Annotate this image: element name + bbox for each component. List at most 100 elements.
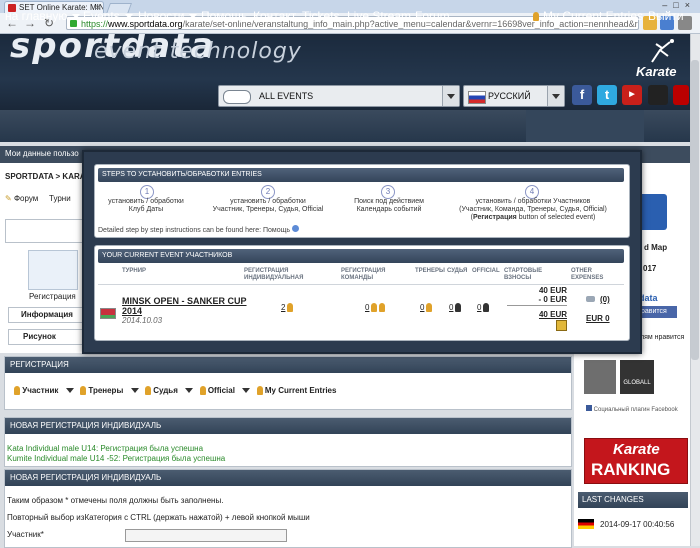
fees-total[interactable]: 40 EUR <box>515 310 567 319</box>
globall-avatar[interactable]: GLOBALL <box>620 360 654 394</box>
twitter-icon[interactable]: t <box>597 85 617 105</box>
judges-count[interactable]: 0 <box>449 303 462 313</box>
nav-tickets[interactable]: Tickets <box>302 9 340 23</box>
step-2: установить / обработки Участник, Тренеры,… <box>212 198 324 213</box>
users-icon <box>14 386 20 396</box>
tab-coaches[interactable]: Тренеры <box>78 386 139 396</box>
language-select[interactable]: РУССКИЙ <box>463 85 565 107</box>
facebook-icon[interactable]: f <box>572 85 592 105</box>
participant-label: Участник* <box>7 530 44 539</box>
last-change-date: 2014-09-17 00:40:56 <box>600 520 675 529</box>
registration-panel: РЕГИСТРАЦИЯ <box>4 356 572 410</box>
col-judges: СУДЬЯ <box>447 268 468 274</box>
judge-icon <box>144 386 151 396</box>
fees-divider <box>507 305 567 306</box>
belarus-flag-icon <box>100 308 116 319</box>
reg-team-count[interactable]: 0 <box>365 303 386 313</box>
help-icon[interactable] <box>291 225 299 232</box>
success-message: Kumite Individual male U14 -52: Регистра… <box>7 454 226 463</box>
official-icon <box>199 386 206 396</box>
fees-breakdown: 40 EUR - 0 EUR <box>538 286 567 304</box>
nav-news[interactable]: Новости <box>138 9 198 23</box>
tab-judges[interactable]: Судья <box>143 386 194 396</box>
nav-logout[interactable]: Выйти <box>648 9 684 23</box>
nav-home[interactable]: на главную <box>5 9 81 23</box>
my-data-link[interactable]: Мои данные пользо <box>5 149 79 158</box>
fan-avatar[interactable] <box>584 360 616 394</box>
nav-forum[interactable]: Forum <box>415 9 450 23</box>
tab-official[interactable]: Official <box>198 386 251 396</box>
my-current-entries-tab[interactable] <box>526 110 644 142</box>
germany-flag-icon <box>578 519 594 529</box>
col-coaches: ТРЕНЕРЫ <box>415 268 445 274</box>
tab-my-current-entries[interactable]: My Current Entries <box>255 386 336 396</box>
col-reg-individual: РЕГИСТРАЦИЯ ИНДИВИДУАЛЬНАЯ <box>244 268 304 281</box>
step-number-4: 4 <box>525 185 539 199</box>
event-date: 2014.10.03 <box>122 316 163 325</box>
chevron-down-icon[interactable] <box>442 86 459 106</box>
other-expenses-count[interactable]: (0) <box>600 295 610 304</box>
nav-my-current-entries[interactable]: My Current Entries <box>531 9 643 23</box>
coach-icon <box>426 303 433 313</box>
participant-select[interactable] <box>125 529 287 542</box>
tagline: event technology <box>94 39 302 64</box>
new-registration-form-panel: НОВАЯ РЕГИСТРАЦИЯ ИНДИВИДУАЛЬ Таким обра… <box>4 469 572 548</box>
russian-flag-icon <box>468 91 486 104</box>
steps-panel: STEPS TO УСТАНОВИТЬ/ОБРАБОТКИ ENTRIES 1 … <box>94 164 630 238</box>
registration-card-icon[interactable] <box>28 250 78 290</box>
tournaments-link[interactable]: Турни <box>49 194 71 203</box>
step-number-2: 2 <box>261 185 275 199</box>
new-registration-form-head: НОВАЯ РЕГИСТРАЦИЯ ИНДИВИДУАЛЬ <box>5 470 571 486</box>
step-1: установить / обработки Клуб Даты <box>108 198 184 213</box>
step-3: Поиск под действием Календарь событий <box>354 198 424 213</box>
official-count[interactable]: 0 <box>477 303 490 313</box>
team-icon <box>379 303 386 313</box>
caret-down-icon <box>124 14 133 20</box>
current-event-panel: YOUR CURRENT EVENT УЧАСТНИКОВ ТУРНИР РЕГ… <box>94 245 630 341</box>
coaches-count[interactable]: 0 <box>420 303 433 313</box>
nav-help[interactable]: Помощь <box>201 9 247 23</box>
tab-participant[interactable]: Участник <box>12 386 74 396</box>
facebook-icon <box>586 405 592 411</box>
nav-events[interactable]: Events <box>83 9 133 23</box>
new-registration-panel: НОВАЯ РЕГИСТРАЦИЯ ИНДИВИДУАЛЬ Kata Indiv… <box>4 417 572 467</box>
event-select[interactable]: ALL EVENTS <box>218 85 460 107</box>
sportdata-icon[interactable] <box>648 85 668 105</box>
language-select-value: РУССКИЙ <box>488 91 531 101</box>
scrollbar-thumb[interactable] <box>691 60 699 360</box>
current-event-head: YOUR CURRENT EVENT УЧАСТНИКОВ <box>98 249 624 263</box>
fb-like-button[interactable]: равится <box>639 306 677 318</box>
fb-social-plugin[interactable]: Социальный плагин Facebook <box>586 405 678 413</box>
new-registration-head: НОВАЯ РЕГИСТРАЦИЯ ИНДИВИДУАЛЬ <box>5 418 571 434</box>
col-fees: СТАРТОВЫЕ ВЗНОСЫ <box>504 268 543 281</box>
other-expenses-total[interactable]: EUR 0 <box>586 314 610 323</box>
event-name[interactable]: MINSK OPEN - SANKER CUP 2014 <box>122 296 247 316</box>
forum-link[interactable]: ✎ Форум <box>5 194 38 203</box>
sportdata-mini-logo-icon <box>223 90 251 104</box>
forum-icon: ✎ <box>5 194 12 203</box>
step-4: установить / обработки Участников (Участ… <box>459 198 607 221</box>
reg-individual-count[interactable]: 2 <box>281 303 294 313</box>
karate-ranking-banner[interactable]: Karate RANKING <box>584 438 688 484</box>
youtube-icon[interactable]: ▶ <box>622 85 642 105</box>
judge-icon <box>455 303 462 313</box>
step-number-3: 3 <box>381 185 395 199</box>
nav-contact[interactable]: Контакт <box>253 9 296 23</box>
map-icon[interactable] <box>639 194 667 230</box>
map-label[interactable]: d Map <box>644 243 667 252</box>
multi-select-note: Повторный выбор изКатегория с CTRL (держ… <box>7 513 310 522</box>
picture-tab[interactable]: Рисунок <box>8 329 88 345</box>
steps-head: STEPS TO УСТАНОВИТЬ/ОБРАБОТКИ ENTRIES <box>98 168 624 182</box>
instructions-link[interactable]: Detailed step by step instructions can b… <box>98 225 299 234</box>
registration-card-label: Регистрация <box>29 292 76 301</box>
team-icon <box>371 303 378 313</box>
chevron-down-icon[interactable] <box>547 86 564 106</box>
nav-live-stream[interactable]: Live Stream <box>347 9 411 23</box>
left-breadcrumb: SPORTDATA > KARAT <box>5 172 90 181</box>
invoice-icon[interactable] <box>556 320 567 331</box>
partner-icon[interactable] <box>673 85 689 105</box>
event-select-value: ALL EVENTS <box>259 91 314 101</box>
left-input-box[interactable] <box>5 219 87 243</box>
info-tab[interactable]: Информация <box>8 307 88 323</box>
col-tournament: ТУРНИР <box>122 268 147 274</box>
